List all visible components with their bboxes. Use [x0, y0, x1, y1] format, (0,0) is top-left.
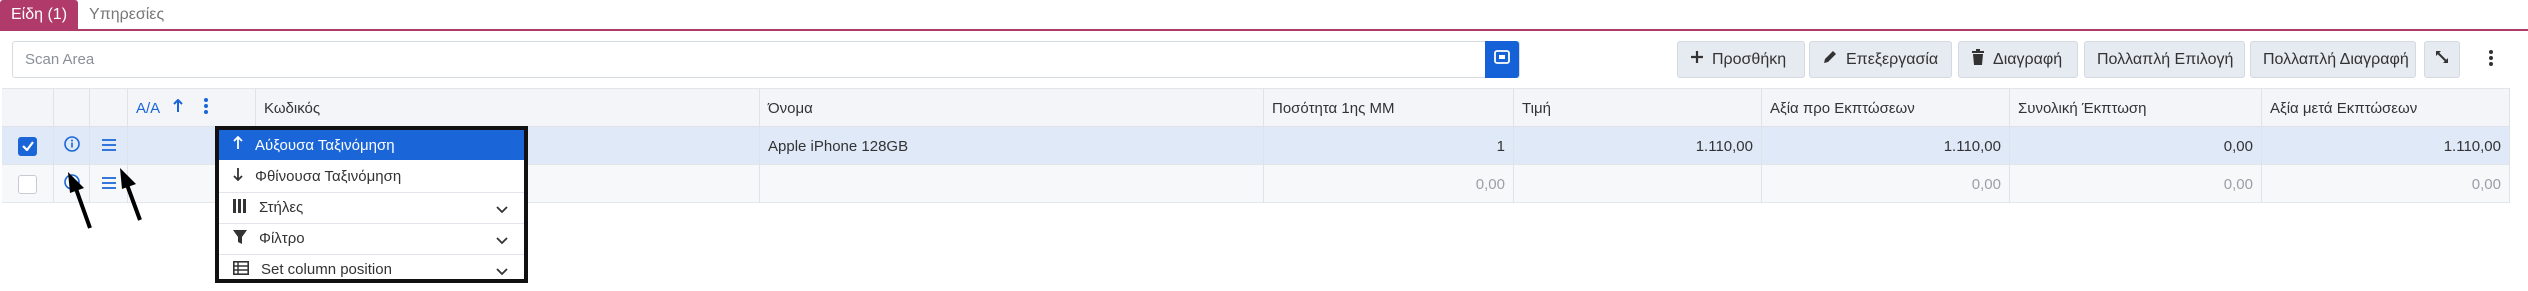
chevron-down-icon [496, 201, 508, 218]
header-info [54, 89, 90, 127]
row-value-before-cell: 0,00 [1762, 165, 2010, 203]
header-aa-label: A/A [136, 99, 161, 117]
menu-item-filter[interactable]: Φίλτρο [219, 223, 524, 253]
header-price[interactable]: Τιμή [1514, 89, 1762, 127]
row-select-cell [2, 165, 54, 203]
table-icon [233, 260, 249, 279]
row-checkbox[interactable] [18, 136, 37, 156]
column-menu: Αύξουσα Ταξινόμηση Φθίνουσα Ταξινόμηση Σ… [215, 126, 528, 283]
row-total-discount-cell: 0,00 [2010, 127, 2262, 165]
row-select-cell [2, 127, 54, 165]
row-checkbox[interactable] [18, 174, 37, 194]
menu-item-sort-descending[interactable]: Φθίνουσα Ταξινόμηση [219, 161, 524, 191]
delete-button-label: Διαγραφή [1993, 50, 2063, 68]
menu-item-label: Set column position [261, 261, 392, 278]
multi-select-button[interactable]: Πολλαπλή Επιλογή [2084, 41, 2245, 78]
row-price-cell [1514, 165, 1762, 203]
tab-bar: Είδη (1) Υπηρεσίες [0, 0, 2528, 31]
delete-button[interactable]: Διαγραφή [1958, 41, 2078, 78]
header-qty[interactable]: Ποσότητα 1ης ΜΜ [1264, 89, 1514, 127]
scan-icon [1493, 48, 1511, 71]
arrow-down-icon [233, 167, 243, 185]
edit-button-label: Επεξεργασία [1846, 50, 1939, 68]
row-qty-cell: 0,00 [1264, 165, 1514, 203]
more-options-button[interactable] [2480, 46, 2502, 74]
add-button-label: Προσθήκη [1712, 50, 1787, 68]
row-value-after-cell: 1.110,00 [2262, 127, 2510, 165]
header-value-before[interactable]: Αξία προ Εκπτώσεων [1762, 89, 2010, 127]
tab-items[interactable]: Είδη (1) [0, 0, 79, 29]
row-value-before-cell: 1.110,00 [1762, 127, 2010, 165]
header-select [2, 89, 54, 127]
scan-input[interactable] [13, 42, 1519, 77]
multi-delete-button-label: Πολλαπλή Διαγραφή [2263, 50, 2409, 68]
header-code[interactable]: Κωδικός [256, 89, 760, 127]
menu-item-set-column-position[interactable]: Set column position [219, 254, 524, 284]
grid-header: A/A Κωδικός Όνομα Ποσότητα 1ης ΜΜ Τιμή Α… [2, 89, 2510, 127]
sort-ascending-icon[interactable] [172, 98, 184, 117]
chevron-down-icon [496, 232, 508, 249]
chevron-down-icon [496, 263, 508, 280]
row-qty-cell: 1 [1264, 127, 1514, 165]
tab-services[interactable]: Υπηρεσίες [78, 0, 175, 29]
scan-area [12, 41, 1520, 78]
trash-icon [1971, 49, 1985, 70]
row-name-cell [760, 165, 1264, 203]
multi-select-button-label: Πολλαπλή Επιλογή [2097, 50, 2234, 68]
row-name-cell: Apple iPhone 128GB [760, 127, 1264, 165]
fullscreen-button[interactable] [2424, 41, 2460, 78]
pencil-icon [1822, 49, 1838, 70]
filter-icon [233, 229, 247, 248]
edit-button[interactable]: Επεξεργασία [1809, 41, 1952, 78]
expand-icon [2435, 50, 2449, 69]
menu-item-columns[interactable]: Στήλες [219, 192, 524, 222]
header-menu [90, 89, 128, 127]
header-aa[interactable]: A/A [128, 89, 256, 127]
header-total-discount[interactable]: Συνολική Έκπτωση [2010, 89, 2262, 127]
row-total-discount-cell: 0,00 [2010, 165, 2262, 203]
columns-icon [233, 198, 247, 217]
menu-item-sort-ascending[interactable]: Αύξουσα Ταξινόμηση [219, 130, 524, 160]
menu-item-label: Στήλες [259, 199, 304, 216]
scan-button[interactable] [1485, 41, 1519, 78]
menu-item-label: Φίλτρο [259, 230, 305, 247]
header-name[interactable]: Όνομα [760, 89, 1264, 127]
annotation-arrows [68, 168, 142, 229]
column-menu-icon[interactable] [204, 98, 209, 118]
row-value-after-cell: 0,00 [2262, 165, 2510, 203]
kebab-icon [2489, 49, 2493, 71]
multi-delete-button[interactable]: Πολλαπλή Διαγραφή [2250, 41, 2416, 78]
plus-icon [1690, 50, 1704, 69]
hamburger-menu-icon[interactable] [101, 138, 116, 155]
menu-item-label: Αύξουσα Ταξινόμηση [255, 136, 395, 154]
menu-item-label: Φθίνουσα Ταξινόμηση [255, 167, 402, 185]
header-value-after[interactable]: Αξία μετά Εκπτώσεων [2262, 89, 2510, 127]
arrow-up-icon [233, 135, 243, 154]
add-button[interactable]: Προσθήκη [1677, 41, 1805, 78]
row-price-cell: 1.110,00 [1514, 127, 1762, 165]
info-icon[interactable] [63, 136, 80, 156]
